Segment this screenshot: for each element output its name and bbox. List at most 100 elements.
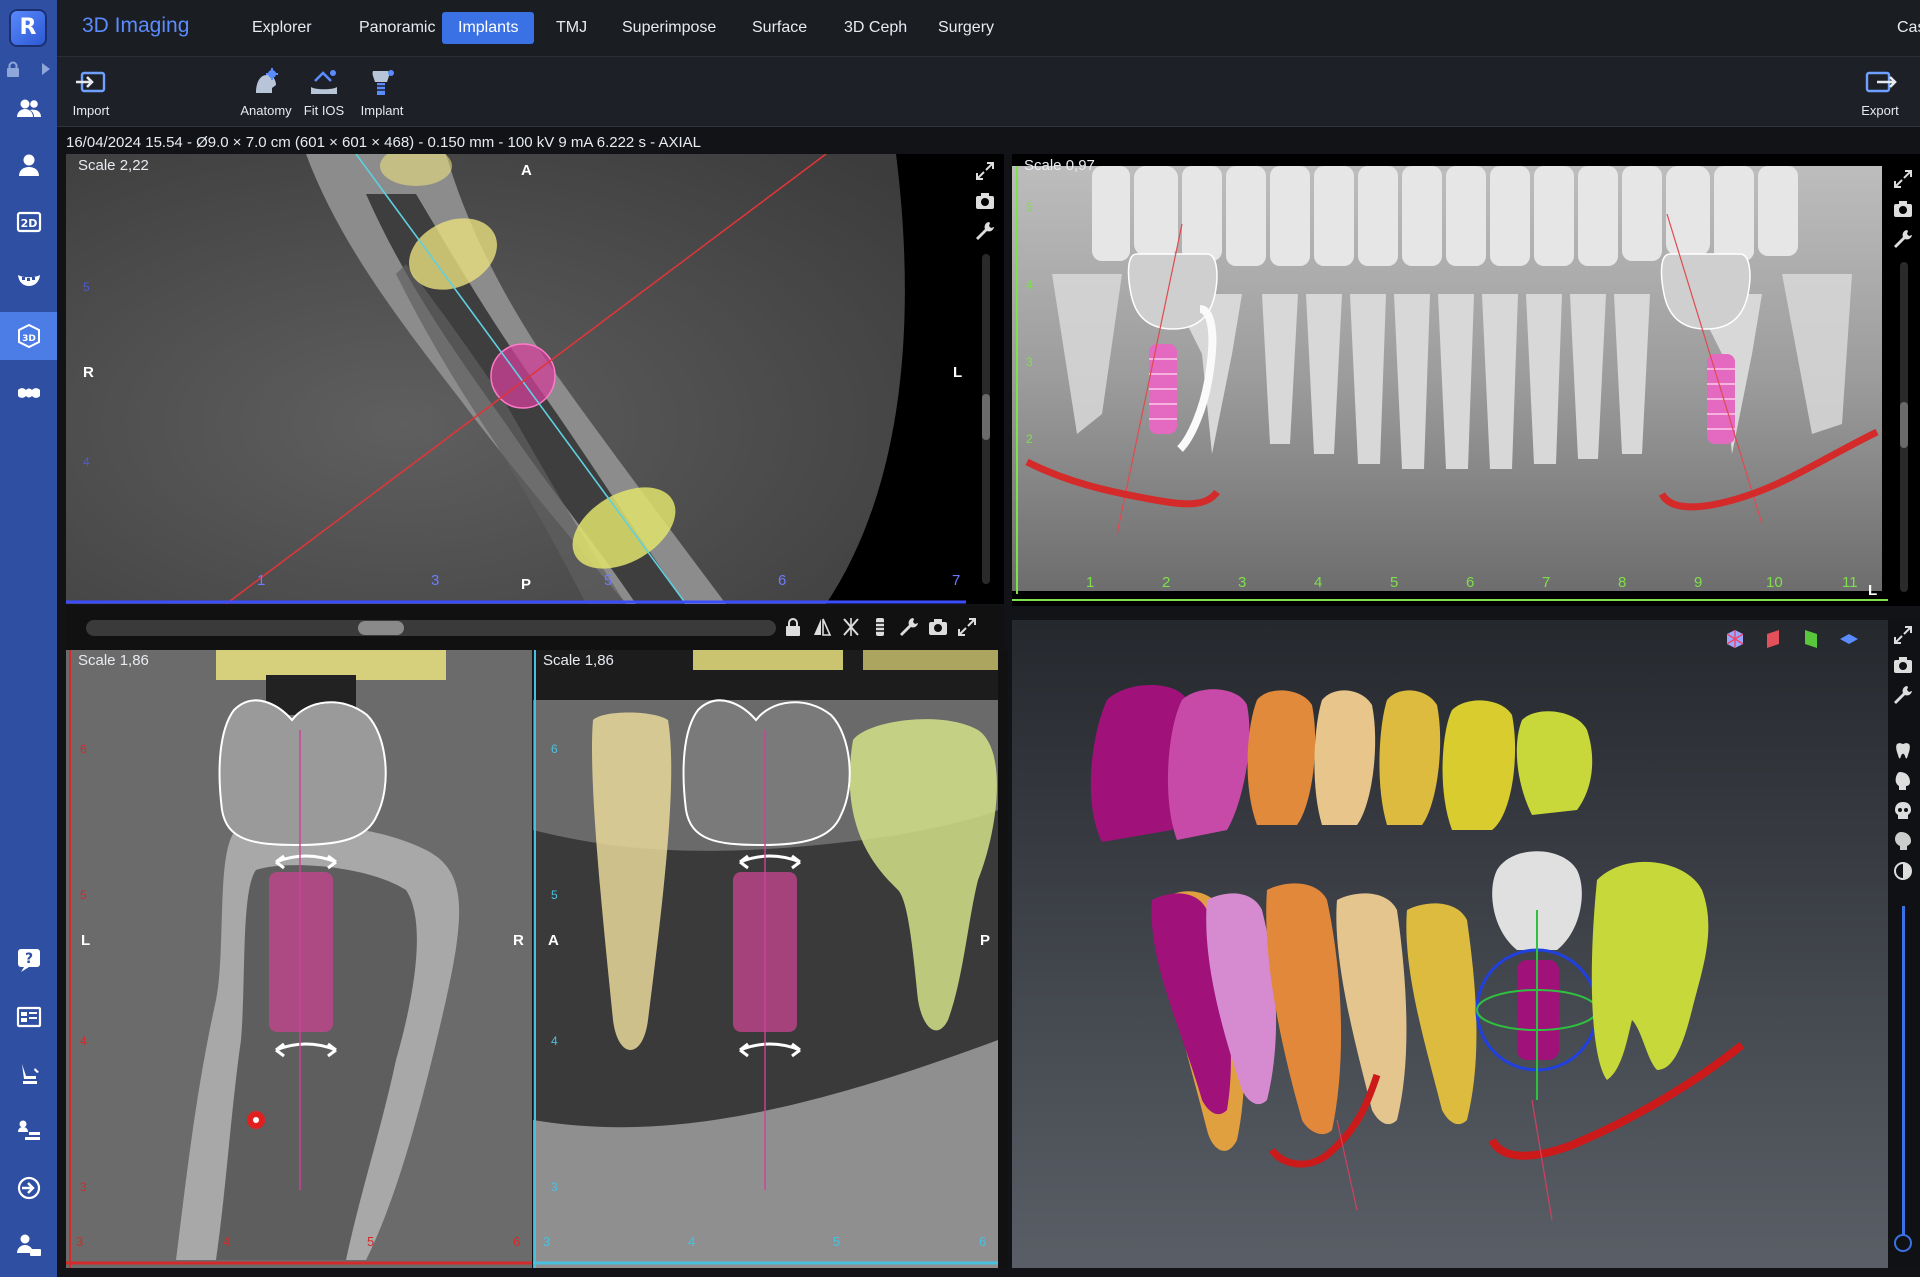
rail-model-button[interactable] — [0, 369, 57, 417]
pan-x-tick: 3 — [1238, 574, 1247, 591]
panoramic-scale: Scale 0,97 — [1024, 157, 1095, 174]
axial-orientation-bottom: P — [521, 576, 532, 593]
expand-icon — [1894, 626, 1912, 644]
pan-x-tick: 2 — [1162, 574, 1171, 591]
svg-text:2D: 2D — [20, 217, 37, 230]
cross-section-slider[interactable] — [86, 620, 776, 636]
rail-help-button[interactable]: ? — [0, 936, 57, 984]
axial-orientation-right: L — [953, 364, 963, 381]
view-coronal-button[interactable] — [1800, 628, 1826, 654]
3d-maximize-button[interactable] — [1892, 624, 1918, 650]
pan-y-tick: 2 — [1026, 432, 1033, 446]
3d-side-toolbar — [1888, 620, 1920, 1268]
opacity-slider-thumb[interactable] — [1894, 1234, 1912, 1252]
green-plane-icon — [1805, 630, 1817, 648]
import-button[interactable]: Import — [61, 63, 121, 123]
axial-slice-scrollbar[interactable] — [982, 254, 990, 584]
cross-section-left-view[interactable]: Scale 1,86 L R 6 5 4 3 3 4 5 6 — [66, 650, 532, 1268]
tab-panoramic[interactable]: Panoramic — [343, 12, 451, 44]
tab-implants[interactable]: Implants — [442, 12, 535, 44]
render-transparency-button[interactable] — [1892, 860, 1918, 886]
cross-screenshot-button[interactable] — [927, 616, 953, 642]
3d-tools-button[interactable] — [1892, 684, 1918, 710]
view-sagittal-button[interactable] — [1762, 628, 1788, 654]
wrench-icon — [1894, 686, 1912, 704]
expand-icon — [1894, 170, 1912, 188]
rail-patients-button[interactable] — [0, 84, 57, 132]
view-reset-button[interactable] — [1724, 628, 1750, 654]
lock-view-button[interactable] — [782, 616, 808, 642]
cross-section-right-view[interactable]: Scale 1,86 A P 6 5 4 3 3 4 5 6 — [533, 650, 998, 1268]
red-plane-icon — [1767, 630, 1779, 648]
axial-screenshot-button[interactable] — [974, 190, 1000, 216]
pan-scrollbar[interactable] — [1900, 262, 1908, 592]
jaw-icon — [17, 275, 40, 286]
axial-x-tick: 1 — [257, 572, 266, 589]
tab-surgery[interactable]: Surgery — [922, 12, 1010, 44]
cross-maximize-button[interactable] — [956, 616, 982, 642]
cross-right-y-tick: 3 — [551, 1180, 558, 1194]
axial-maximize-button[interactable] — [974, 160, 1000, 186]
cross-left-y-tick: 3 — [80, 1180, 87, 1194]
render-skull-button[interactable] — [1892, 800, 1918, 826]
rail-patient-button[interactable] — [0, 141, 57, 189]
pan-screenshot-button[interactable] — [1892, 198, 1918, 224]
opacity-slider[interactable] — [1902, 906, 1905, 1236]
svg-text:3D: 3D — [22, 334, 36, 344]
axial-scroll-thumb[interactable] — [982, 394, 990, 440]
fit-ios-button[interactable]: Fit IOS — [294, 63, 354, 123]
rail-user-settings-button[interactable] — [0, 1221, 57, 1269]
pan-maximize-button[interactable] — [1892, 168, 1918, 194]
panoramic-view[interactable]: Scale 0,97 1 2 3 4 5 6 7 8 9 10 11 L 5 4… — [1012, 154, 1888, 606]
implant-screw-icon — [875, 618, 885, 636]
split-view-button[interactable] — [840, 616, 866, 642]
collapse-arrow-icon[interactable] — [40, 61, 52, 77]
pan-scroll-thumb[interactable] — [1900, 402, 1908, 448]
cross-tools-button[interactable] — [898, 616, 924, 642]
lock-icon[interactable] — [6, 61, 20, 77]
cross-left-orientation-right: R — [513, 932, 524, 949]
rail-worklist-button[interactable] — [0, 1107, 57, 1155]
anatomy-button[interactable]: Anatomy — [236, 63, 296, 123]
cross-right-y-tick: 6 — [551, 742, 558, 756]
tab-surface[interactable]: Surface — [736, 12, 823, 44]
pan-x-tick: 6 — [1466, 574, 1475, 591]
tab-tmj[interactable]: TMJ — [540, 12, 603, 44]
tab-explorer[interactable]: Explorer — [236, 12, 328, 44]
rail-chair-button[interactable] — [0, 1050, 57, 1098]
rail-report-button[interactable] — [0, 993, 57, 1041]
rail-import-button[interactable] — [0, 1164, 57, 1212]
rail-intraoral-button[interactable] — [0, 255, 57, 303]
3d-model-view[interactable] — [1012, 620, 1888, 1268]
help-icon: ? — [17, 949, 40, 972]
mirror-button[interactable] — [811, 616, 837, 642]
lock-icon — [786, 618, 800, 636]
axial-tools-button[interactable] — [974, 220, 1000, 246]
export-button[interactable]: Export — [1850, 63, 1910, 123]
app-logo[interactable]: R — [9, 9, 47, 47]
cross-section-slider-thumb[interactable] — [358, 621, 404, 635]
tab-3d-ceph[interactable]: 3D Ceph — [828, 12, 923, 44]
implant-tool-button[interactable] — [869, 616, 895, 642]
cross-right-x-tick: 3 — [543, 1234, 551, 1249]
implant-button[interactable]: Implant — [352, 63, 412, 123]
wrench-icon — [976, 222, 994, 240]
rail-2d-button[interactable]: 2D — [0, 198, 57, 246]
cross-right-orientation-right: P — [980, 932, 991, 949]
pan-tools-button[interactable] — [1892, 228, 1918, 254]
pan-bottom-label: L — [1868, 582, 1878, 599]
cross-left-x-tick: 3 — [76, 1234, 84, 1249]
cross-right-x-tick: 5 — [833, 1234, 841, 1249]
skull-icon — [1895, 802, 1911, 819]
expand-icon — [976, 162, 994, 180]
axial-view[interactable]: Scale 2,22 A R L P 1 3 5 6 7 5 4 — [66, 154, 966, 604]
rail-3d-button[interactable]: 3D — [0, 312, 57, 360]
3d-screenshot-button[interactable] — [1892, 654, 1918, 680]
report-icon — [16, 1006, 41, 1028]
render-soft-tissue-button[interactable] — [1892, 770, 1918, 796]
render-tooth-button[interactable] — [1892, 740, 1918, 766]
render-bone-button[interactable] — [1892, 830, 1918, 856]
view-axial-button[interactable] — [1838, 628, 1864, 654]
tab-superimpose[interactable]: Superimpose — [606, 12, 732, 44]
tab-cut-off[interactable]: Cas — [1883, 12, 1920, 44]
